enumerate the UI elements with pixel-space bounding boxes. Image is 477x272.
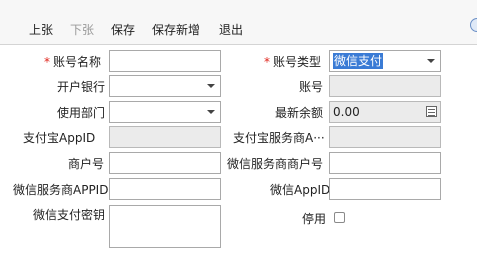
alipay-provider-label: 支付宝服务商A··· xyxy=(233,131,325,145)
merchant-no-label: 商户号 xyxy=(68,157,105,171)
wechat-key-textarea[interactable] xyxy=(109,205,221,248)
department-select[interactable] xyxy=(109,101,221,123)
prev-button[interactable]: 上张 xyxy=(29,22,53,38)
wechat-key-label: 微信支付密钥 xyxy=(33,208,106,222)
exit-button[interactable]: 退出 xyxy=(219,22,243,38)
save-button[interactable]: 保存 xyxy=(111,22,135,38)
balance-label: 最新余额 xyxy=(275,106,324,120)
bank-label: 开户银行 xyxy=(57,80,106,94)
disabled-label: 停用 xyxy=(302,212,327,226)
bank-select[interactable] xyxy=(109,75,221,97)
account-no-label: 账号 xyxy=(299,80,324,94)
account-name-input[interactable] xyxy=(109,50,221,72)
department-label: 使用部门 xyxy=(57,106,106,120)
wechat-appid-label: 微信AppID xyxy=(270,183,331,197)
chevron-down-icon[interactable] xyxy=(202,102,220,122)
merchant-no-input[interactable] xyxy=(109,152,221,174)
account-no-field xyxy=(329,75,441,97)
chevron-down-icon[interactable] xyxy=(202,76,220,96)
alipay-appid-field xyxy=(109,126,221,148)
calculator-icon[interactable] xyxy=(426,106,437,117)
wechat-provider-appid-input[interactable] xyxy=(109,178,221,200)
chevron-down-icon[interactable] xyxy=(422,51,440,71)
help-icon[interactable] xyxy=(470,18,477,32)
wechat-provider-merchant-input[interactable] xyxy=(329,152,441,174)
balance-value: 0.00 xyxy=(333,105,360,119)
account-type-label: * 账号类型 xyxy=(264,55,322,69)
wechat-provider-appid-label: 微信服务商APPID xyxy=(13,183,109,197)
alipay-provider-field xyxy=(329,126,441,148)
save-new-button[interactable]: 保存新增 xyxy=(152,22,200,38)
toolbar: 上张 下张 保存 保存新增 退出 xyxy=(0,0,477,45)
account-name-label: * 账号名称 xyxy=(44,55,102,69)
account-type-select[interactable]: 微信支付 xyxy=(329,50,441,72)
account-type-value: 微信支付 xyxy=(333,53,384,69)
wechat-appid-input[interactable] xyxy=(329,178,441,200)
wechat-provider-merchant-label: 微信服务商商户号 xyxy=(227,157,324,171)
alipay-appid-label: 支付宝AppID xyxy=(23,131,96,145)
balance-field: 0.00 xyxy=(329,101,441,123)
next-button: 下张 xyxy=(70,23,95,37)
disabled-checkbox[interactable] xyxy=(334,212,345,223)
